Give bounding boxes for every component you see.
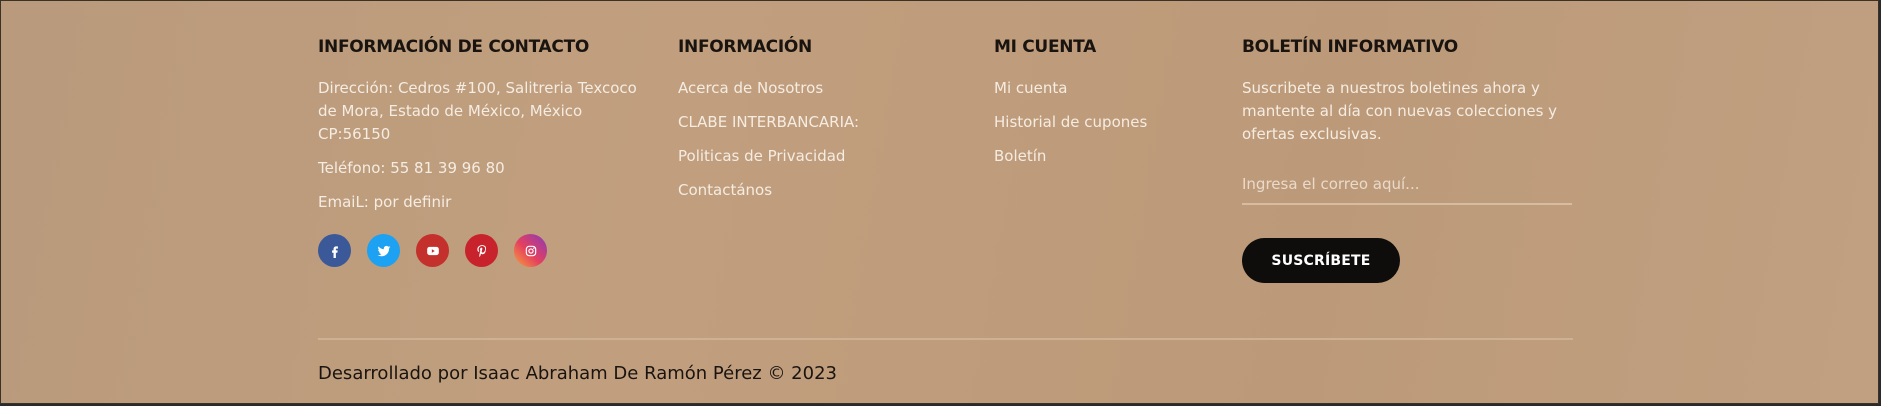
info-heading: INFORMACIÓN <box>678 37 812 57</box>
email-field-wrapper <box>1242 174 1572 205</box>
link-my-account[interactable]: Mi cuenta <box>994 77 1194 100</box>
contact-address: Dirección: Cedros #100, Salitreria Texco… <box>318 79 637 143</box>
newsletter-description: Suscribete a nuestros boletines ahora y … <box>1242 79 1558 143</box>
account-links: Mi cuenta Historial de cupones Boletín <box>994 77 1194 168</box>
copyright-text: Desarrollado por Isaac Abraham De Ramón … <box>318 363 837 384</box>
contact-email: EmaiL: por definir <box>318 193 452 211</box>
link-coupon-history[interactable]: Historial de cupones <box>994 111 1194 134</box>
link-contact[interactable]: Contactános <box>678 179 918 202</box>
link-about-us[interactable]: Acerca de Nosotros <box>678 77 918 100</box>
contact-heading: INFORMACIÓN DE CONTACTO <box>318 37 590 57</box>
contact-phone: Teléfono: 55 81 39 96 80 <box>318 159 505 177</box>
site-footer: INFORMACIÓN DE CONTACTO Dirección: Cedro… <box>0 0 1879 404</box>
twitter-button[interactable] <box>367 234 400 267</box>
youtube-button[interactable] <box>416 234 449 267</box>
subscribe-button[interactable]: SUSCRÍBETE <box>1242 238 1400 283</box>
info-links: Acerca de Nosotros CLABE INTERBANCARIA: … <box>678 77 918 202</box>
account-heading: MI CUENTA <box>994 37 1097 57</box>
link-clabe[interactable]: CLABE INTERBANCARIA: <box>678 111 918 134</box>
account-column: MI CUENTA Mi cuenta Historial de cupones… <box>994 37 1194 179</box>
facebook-button[interactable] <box>318 234 351 267</box>
link-newsletter[interactable]: Boletín <box>994 145 1194 168</box>
twitter-icon <box>377 245 390 256</box>
instagram-icon <box>525 245 536 256</box>
link-privacy-policy[interactable]: Politicas de Privacidad <box>678 145 918 168</box>
pinterest-button[interactable] <box>465 234 498 267</box>
contact-column: INFORMACIÓN DE CONTACTO Dirección: Cedro… <box>318 37 638 267</box>
instagram-button[interactable] <box>514 234 547 267</box>
newsletter-column: BOLETÍN INFORMATIVO Suscribete a nuestro… <box>1242 37 1572 283</box>
newsletter-email-input[interactable] <box>1242 175 1572 193</box>
social-links <box>318 234 638 267</box>
newsletter-heading: BOLETÍN INFORMATIVO <box>1242 37 1458 57</box>
youtube-icon <box>426 246 439 255</box>
pinterest-icon <box>476 244 486 257</box>
facebook-icon <box>331 245 338 258</box>
footer-divider <box>318 338 1573 340</box>
info-column: INFORMACIÓN Acerca de Nosotros CLABE INT… <box>678 37 918 213</box>
